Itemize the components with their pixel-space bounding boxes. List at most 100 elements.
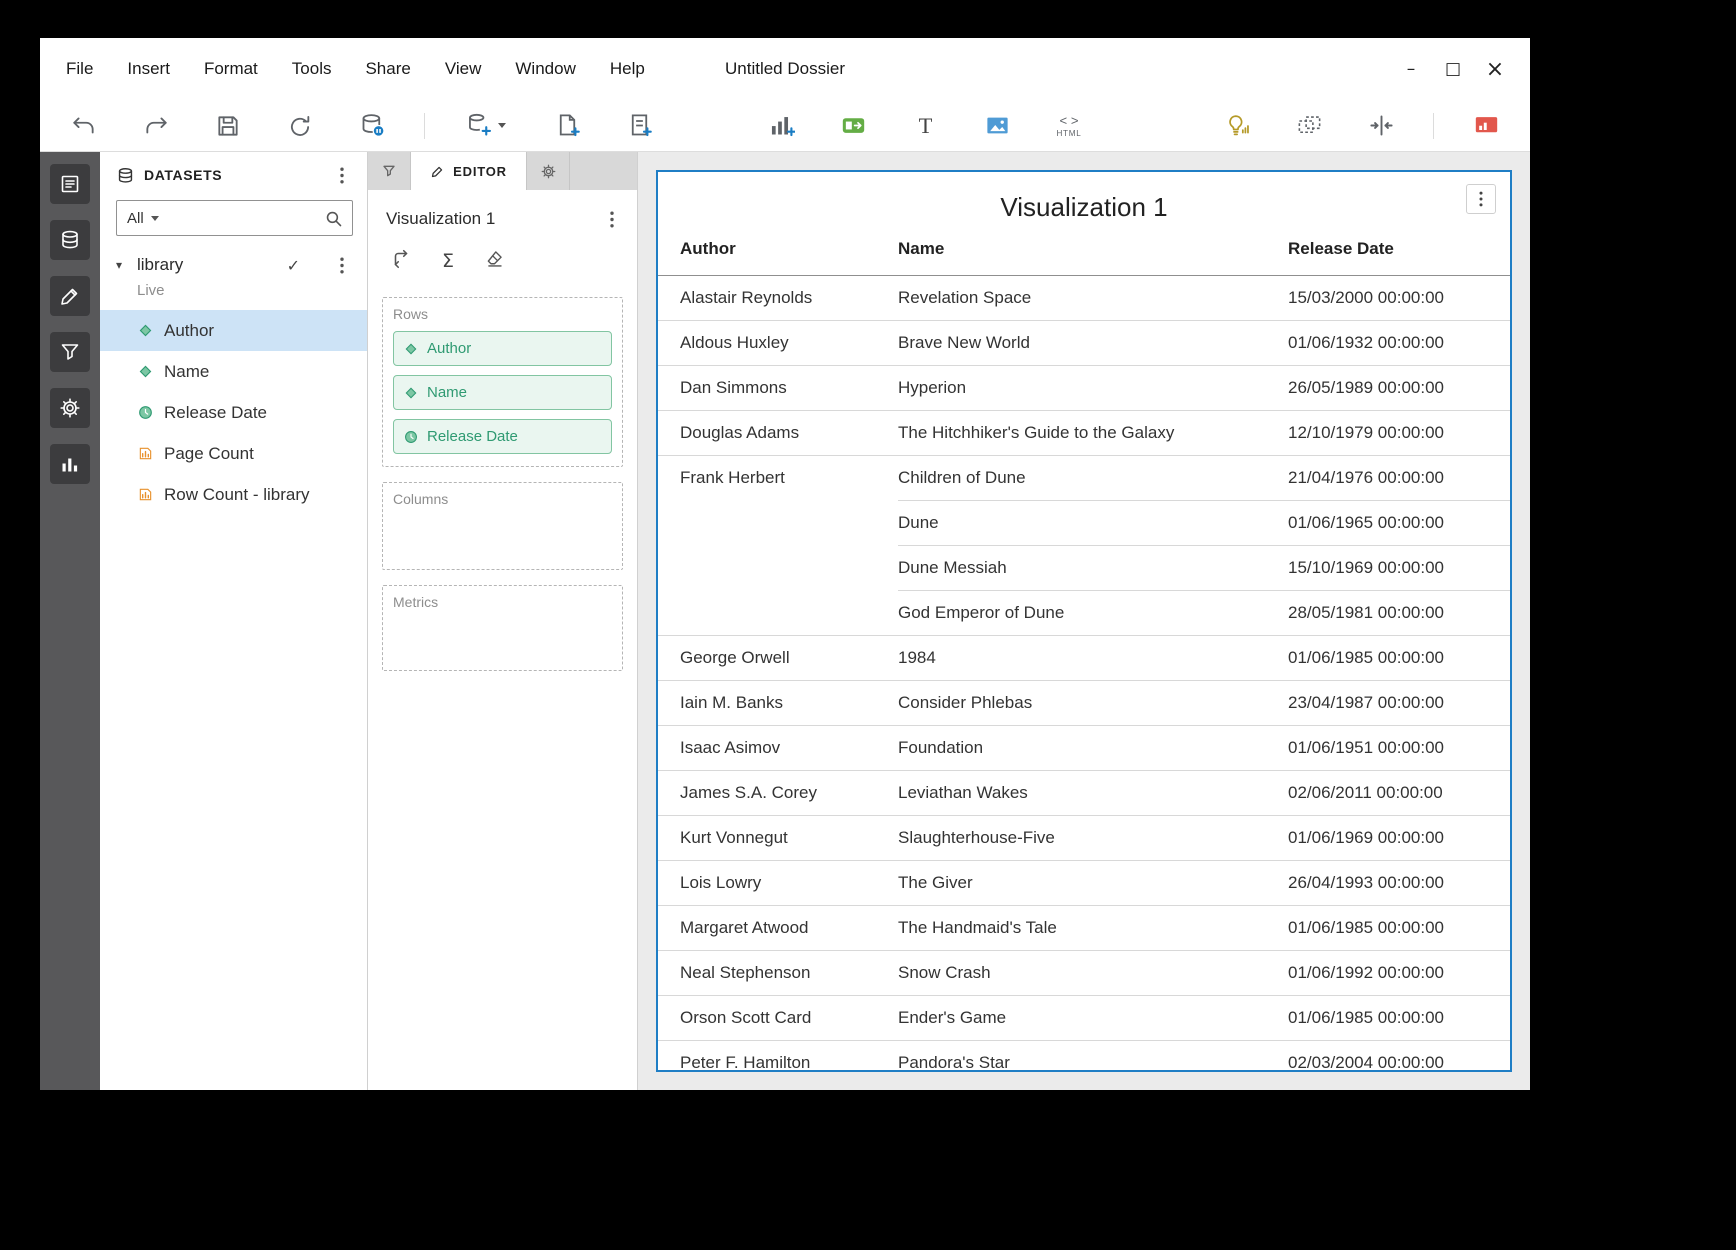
close-button[interactable]: × xyxy=(1478,54,1512,84)
minimize-button[interactable]: – xyxy=(1394,54,1428,84)
grid-cell-author[interactable]: Isaac Asimov xyxy=(658,726,898,771)
grid-cell-name[interactable]: Consider Phlebas xyxy=(898,681,1288,726)
grid-row[interactable]: Alastair Reynolds Revelation Space 15/03… xyxy=(658,276,1510,321)
grid-row[interactable]: James S.A. Corey Leviathan Wakes 02/06/2… xyxy=(658,771,1510,816)
grid-cell-date[interactable]: 02/03/2004 00:00:00 xyxy=(1288,1041,1510,1073)
add-data-button[interactable] xyxy=(457,106,515,146)
grouping-button[interactable] xyxy=(1289,106,1329,146)
field-chip[interactable]: Author xyxy=(393,331,612,366)
grid-cell-author[interactable]: Neal Stephenson xyxy=(658,951,898,996)
grid-cell-author[interactable]: Frank Herbert xyxy=(658,456,898,501)
grid-cell-author[interactable]: Aldous Huxley xyxy=(658,321,898,366)
grid-cell-author[interactable]: Orson Scott Card xyxy=(658,996,898,1041)
sidebar-datasets-button[interactable] xyxy=(50,220,90,260)
grid-cell-date[interactable]: 01/06/1932 00:00:00 xyxy=(1288,321,1510,366)
dataset-field[interactable]: Author xyxy=(100,310,367,351)
redo-button[interactable] xyxy=(136,106,176,146)
search-filter-value[interactable]: All xyxy=(127,210,144,227)
refresh-button[interactable] xyxy=(280,106,320,146)
grid-row[interactable]: Dune Messiah 15/10/1969 00:00:00 xyxy=(658,546,1510,591)
grid-cell-name[interactable]: Ender's Game xyxy=(898,996,1288,1041)
grid-cell-name[interactable]: The Handmaid's Tale xyxy=(898,906,1288,951)
tab-format[interactable] xyxy=(527,152,570,190)
grid-row[interactable]: Neal Stephenson Snow Crash 01/06/1992 00… xyxy=(658,951,1510,996)
metrics-drop-zone[interactable]: Metrics xyxy=(382,585,623,671)
grid-cell-author[interactable]: George Orwell xyxy=(658,636,898,681)
grid-cell-name[interactable]: Hyperion xyxy=(898,366,1288,411)
grid-row[interactable]: Kurt Vonnegut Slaughterhouse-Five 01/06/… xyxy=(658,816,1510,861)
grid-cell-date[interactable]: 21/04/1976 00:00:00 xyxy=(1288,456,1510,501)
dataset-field[interactable]: Row Count - library xyxy=(100,474,367,515)
grid-header-date[interactable]: Release Date xyxy=(1288,231,1510,276)
dataset-field[interactable]: Page Count xyxy=(100,433,367,474)
tree-expand-icon[interactable]: ▾ xyxy=(116,258,128,272)
grid-row[interactable]: Peter F. Hamilton Pandora's Star 02/03/2… xyxy=(658,1041,1510,1073)
rows-drop-zone[interactable]: Rows Author xyxy=(382,297,623,467)
dataset-field[interactable]: Release Date xyxy=(100,392,367,433)
grid-cell-name[interactable]: Slaughterhouse-Five xyxy=(898,816,1288,861)
datasets-menu-button[interactable] xyxy=(331,164,353,186)
sidebar-settings-button[interactable] xyxy=(50,388,90,428)
grid-header-author[interactable]: Author xyxy=(658,231,898,276)
add-page-button[interactable] xyxy=(547,106,587,146)
grid-row[interactable]: Dune 01/06/1965 00:00:00 xyxy=(658,501,1510,546)
grid-cell-name[interactable]: Dune Messiah xyxy=(898,546,1288,591)
grid-cell-author[interactable]: Iain M. Banks xyxy=(658,681,898,726)
dataset-search-box[interactable]: All xyxy=(116,200,353,236)
add-html-button[interactable]: < > HTML xyxy=(1049,106,1089,146)
grid-cell-date[interactable]: 12/10/1979 00:00:00 xyxy=(1288,411,1510,456)
dataset-menu-button[interactable] xyxy=(331,254,353,276)
undo-button[interactable] xyxy=(64,106,104,146)
grid-cell-name[interactable]: Snow Crash xyxy=(898,951,1288,996)
grid-cell-date[interactable]: 01/06/1985 00:00:00 xyxy=(1288,906,1510,951)
grid-cell-date[interactable]: 01/06/1951 00:00:00 xyxy=(1288,726,1510,771)
swap-axes-button[interactable] xyxy=(390,248,412,275)
grid-cell-name[interactable]: Pandora's Star xyxy=(898,1041,1288,1073)
menu-item[interactable]: Tools xyxy=(290,55,334,83)
search-icon[interactable] xyxy=(325,210,342,227)
grid-cell-author[interactable]: Margaret Atwood xyxy=(658,906,898,951)
grid-row[interactable]: George Orwell 1984 01/06/1985 00:00:00 xyxy=(658,636,1510,681)
grid-cell-name[interactable]: Revelation Space xyxy=(898,276,1288,321)
add-visualization-button[interactable] xyxy=(761,106,801,146)
grid-row[interactable]: Dan Simmons Hyperion 26/05/1989 00:00:00 xyxy=(658,366,1510,411)
grid-cell-date[interactable]: 15/03/2000 00:00:00 xyxy=(1288,276,1510,321)
add-selector-button[interactable] xyxy=(833,106,873,146)
menu-item[interactable]: Share xyxy=(363,55,412,83)
grid-cell-date[interactable]: 01/06/1985 00:00:00 xyxy=(1288,636,1510,681)
visualization-card[interactable]: Visualization 1 Author Name Release Date xyxy=(656,170,1512,1072)
grid-header-name[interactable]: Name xyxy=(898,231,1288,276)
grid-cell-date[interactable]: 01/06/1965 00:00:00 xyxy=(1288,501,1510,546)
save-button[interactable] xyxy=(208,106,248,146)
grid-cell-author[interactable]: Kurt Vonnegut xyxy=(658,816,898,861)
sidebar-editor-button[interactable] xyxy=(50,276,90,316)
grid-cell-author[interactable]: Peter F. Hamilton xyxy=(658,1041,898,1073)
grid-cell-author[interactable]: Douglas Adams xyxy=(658,411,898,456)
grid-cell-name[interactable]: The Hitchhiker's Guide to the Galaxy xyxy=(898,411,1288,456)
grid-cell-name[interactable]: Foundation xyxy=(898,726,1288,771)
tab-editor[interactable]: EDITOR xyxy=(411,152,527,190)
sidebar-contents-button[interactable] xyxy=(50,164,90,204)
fit-contents-button[interactable] xyxy=(1361,106,1401,146)
grid-cell-date[interactable]: 26/05/1989 00:00:00 xyxy=(1288,366,1510,411)
clear-button[interactable] xyxy=(484,248,505,274)
grid-row[interactable]: God Emperor of Dune 28/05/1981 00:00:00 xyxy=(658,591,1510,636)
menu-item[interactable]: Window xyxy=(513,55,577,83)
grid-cell-name[interactable]: Leviathan Wakes xyxy=(898,771,1288,816)
menu-item[interactable]: Format xyxy=(202,55,260,83)
grid-cell-author[interactable] xyxy=(658,591,898,636)
grid-cell-date[interactable]: 28/05/1981 00:00:00 xyxy=(1288,591,1510,636)
grid-cell-name[interactable]: The Giver xyxy=(898,861,1288,906)
grid-cell-author[interactable]: Dan Simmons xyxy=(658,366,898,411)
grid-cell-date[interactable]: 01/06/1969 00:00:00 xyxy=(1288,816,1510,861)
grid-row[interactable]: Iain M. Banks Consider Phlebas 23/04/198… xyxy=(658,681,1510,726)
menu-item[interactable]: Help xyxy=(608,55,647,83)
grid-cell-date[interactable]: 02/06/2011 00:00:00 xyxy=(1288,771,1510,816)
field-chip[interactable]: Name xyxy=(393,375,612,410)
menu-item[interactable]: Insert xyxy=(125,55,172,83)
grid-cell-author[interactable]: James S.A. Corey xyxy=(658,771,898,816)
columns-drop-zone[interactable]: Columns xyxy=(382,482,623,570)
dataset-field[interactable]: Name xyxy=(100,351,367,392)
grid-cell-author[interactable]: Alastair Reynolds xyxy=(658,276,898,321)
grid-row[interactable]: Lois Lowry The Giver 26/04/1993 00:00:00 xyxy=(658,861,1510,906)
